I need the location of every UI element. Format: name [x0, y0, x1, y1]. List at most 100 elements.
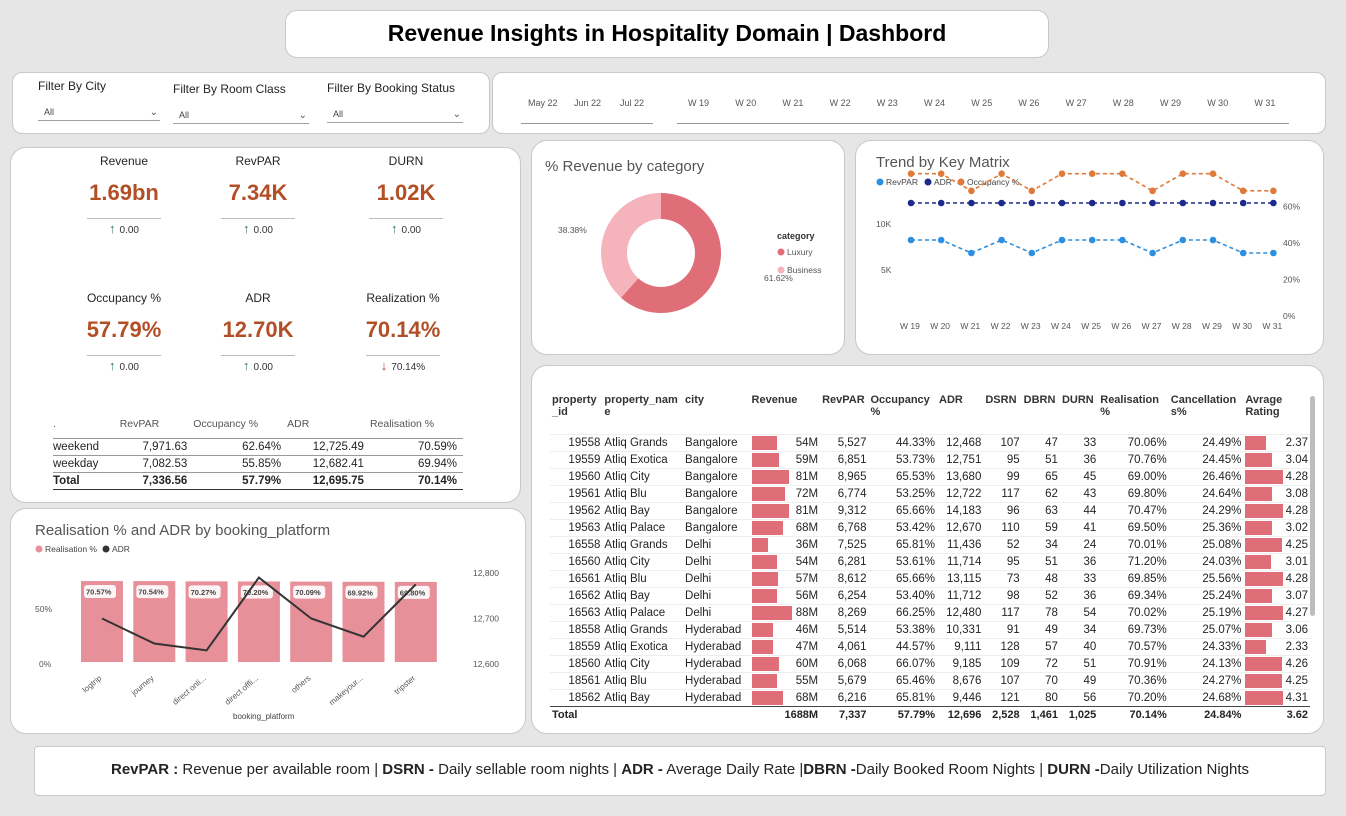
trend-point[interactable] — [1209, 170, 1217, 178]
trend-point[interactable] — [968, 249, 975, 257]
trend-point[interactable] — [1209, 236, 1217, 244]
month-option[interactable]: Jun 22 — [574, 98, 601, 108]
trend-point[interactable] — [1088, 199, 1096, 207]
trend-point[interactable] — [998, 170, 1005, 178]
table-row[interactable]: 19562 Atliq Bay Bangalore 81M 9,312 65.66% 14,… — [550, 501, 1310, 519]
trend-point[interactable] — [1209, 199, 1217, 207]
trend-point[interactable] — [1270, 249, 1277, 257]
trend-point[interactable] — [1149, 249, 1156, 257]
table-row[interactable]: 18558 Atliq Grands Hyderabad 46M 5,514 53.38%… — [550, 620, 1310, 638]
trend-point[interactable] — [1058, 236, 1066, 244]
trend-point[interactable] — [1088, 236, 1096, 244]
table-row[interactable]: 19559 Atliq Exotica Bangalore 59M 6,851 53.73… — [550, 450, 1310, 468]
column-header[interactable]: RevPAR — [820, 394, 868, 434]
trend-point[interactable] — [1239, 199, 1247, 207]
table-row[interactable]: 16562 Atliq Bay Delhi 56M 6,254 53.40% 11,712 9… — [550, 586, 1310, 604]
trend-point[interactable] — [907, 236, 915, 244]
week-option[interactable]: W 30 — [1207, 98, 1228, 108]
trend-point[interactable] — [1149, 199, 1156, 207]
trend-point[interactable] — [1149, 187, 1156, 195]
trend-point[interactable] — [1119, 199, 1126, 207]
trend-point[interactable] — [968, 199, 975, 207]
week-option[interactable]: W 21 — [782, 98, 803, 108]
table-row[interactable]: 18559 Atliq Exotica Hyderabad 47M 4,061 44.57… — [550, 637, 1310, 655]
table-row[interactable]: 18560 Atliq City Hyderabad 60M 6,068 66.07% 9,… — [550, 654, 1310, 672]
table-row[interactable]: 19558 Atliq Grands Bangalore 54M 5,527 44.33%… — [550, 433, 1310, 451]
legend-label[interactable]: ADR — [934, 177, 952, 187]
legend-label[interactable]: Business — [787, 265, 822, 275]
column-header[interactable]: Realisation % — [1098, 394, 1169, 434]
week-option[interactable]: W 26 — [1018, 98, 1039, 108]
donut-slice-business[interactable] — [601, 193, 661, 298]
week-option[interactable]: W 29 — [1160, 98, 1181, 108]
trend-point[interactable] — [1058, 170, 1066, 178]
legend-label[interactable]: Realisation % — [45, 544, 97, 554]
table-row[interactable]: 18561 Atliq Blu Hyderabad 55M 5,679 65.46% 8,6… — [550, 671, 1310, 689]
trend-point[interactable] — [998, 199, 1005, 207]
week-option[interactable]: W 20 — [735, 98, 756, 108]
table-row[interactable]: 16560 Atliq City Delhi 54M 6,281 53.61% 11,714… — [550, 552, 1310, 570]
column-header[interactable]: property_nam e — [602, 394, 683, 434]
trend-point[interactable] — [907, 199, 915, 207]
table-scrollbar[interactable] — [1310, 396, 1315, 616]
trend-chart[interactable]: Trend by Key Matrix RevPAR ADR Occupancy %… — [855, 140, 1324, 355]
booking-status-filter-dropdown[interactable]: All ⌄ — [327, 103, 463, 123]
trend-point[interactable] — [1179, 236, 1187, 244]
table-row[interactable]: 19563 Atliq Palace Bangalore 68M 6,768 53.42%… — [550, 518, 1310, 536]
trend-point[interactable] — [907, 170, 915, 178]
table-row[interactable]: 16558 Atliq Grands Delhi 36M 7,525 65.81% 11,4… — [550, 535, 1310, 553]
week-option[interactable]: W 19 — [688, 98, 709, 108]
trend-point[interactable] — [937, 170, 945, 178]
revenue-category-chart[interactable]: % Revenue by category 61.62% 38.38% catego… — [531, 140, 845, 355]
trend-point[interactable] — [968, 187, 975, 195]
trend-point[interactable] — [1270, 187, 1277, 195]
legend-label[interactable]: RevPAR — [886, 177, 918, 187]
legend-label[interactable]: Occupancy % — [967, 177, 1020, 187]
property-table[interactable]: property _id property_nam e city Revenue Rev… — [550, 394, 1310, 723]
trend-point[interactable] — [937, 236, 945, 244]
trend-point[interactable] — [1270, 199, 1277, 207]
column-header[interactable]: DBRN — [1022, 394, 1060, 434]
column-header[interactable]: ADR — [937, 394, 983, 434]
trend-point[interactable] — [1088, 170, 1096, 178]
column-header[interactable]: city — [683, 394, 750, 434]
table-row[interactable]: 19560 Atliq City Bangalore 81M 8,965 65.53% 13… — [550, 467, 1310, 485]
legend-label[interactable]: ADR — [112, 544, 130, 554]
week-option[interactable]: W 31 — [1254, 98, 1275, 108]
table-row[interactable]: 16561 Atliq Blu Delhi 57M 8,612 65.66% 13,115 7… — [550, 569, 1310, 587]
month-option[interactable]: Jul 22 — [620, 98, 644, 108]
trend-point[interactable] — [1119, 236, 1126, 244]
trend-point[interactable] — [1179, 170, 1187, 178]
column-header[interactable]: Occupancy % — [868, 394, 937, 434]
trend-point[interactable] — [1028, 249, 1036, 257]
realisation-platform-chart[interactable]: Realisation % and ADR by booking_platfor… — [10, 508, 526, 734]
column-header[interactable]: property _id — [550, 394, 602, 434]
column-header[interactable]: DSRN — [983, 394, 1021, 434]
trend-point[interactable] — [1028, 199, 1036, 207]
trend-point[interactable] — [1119, 170, 1126, 178]
table-row[interactable]: 19561 Atliq Blu Bangalore 72M 6,774 53.25% 12,… — [550, 484, 1310, 502]
week-option[interactable]: W 25 — [971, 98, 992, 108]
week-option[interactable]: W 24 — [924, 98, 945, 108]
trend-point[interactable] — [998, 236, 1005, 244]
table-row[interactable]: 16563 Atliq Palace Delhi 88M 8,269 66.25% 12,4… — [550, 603, 1310, 621]
week-option[interactable]: W 22 — [830, 98, 851, 108]
column-header[interactable]: Avrage Rating — [1243, 394, 1310, 434]
table-row[interactable]: 18562 Atliq Bay Hyderabad 68M 6,216 65.81% 9,4… — [550, 688, 1310, 706]
trend-point[interactable] — [1239, 249, 1247, 257]
column-header[interactable]: Revenue — [750, 394, 821, 434]
room-class-filter-dropdown[interactable]: All ⌄ — [173, 104, 309, 124]
trend-point[interactable] — [1239, 187, 1247, 195]
column-header[interactable]: DURN — [1060, 394, 1098, 434]
month-option[interactable]: May 22 — [528, 98, 558, 108]
trend-point[interactable] — [1058, 199, 1066, 207]
trend-point[interactable] — [1028, 187, 1036, 195]
city-filter-dropdown[interactable]: All ⌄ — [38, 101, 160, 121]
trend-point[interactable] — [1179, 199, 1187, 207]
week-option[interactable]: W 28 — [1113, 98, 1134, 108]
trend-point[interactable] — [937, 199, 945, 207]
legend-label[interactable]: Luxury — [787, 247, 813, 257]
week-option[interactable]: W 27 — [1066, 98, 1087, 108]
week-option[interactable]: W 23 — [877, 98, 898, 108]
column-header[interactable]: Cancellation s% — [1169, 394, 1244, 434]
